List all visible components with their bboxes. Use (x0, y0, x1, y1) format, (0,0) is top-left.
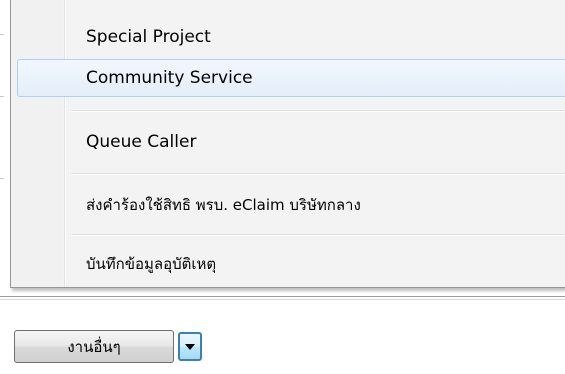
other-tasks-button[interactable]: งานอื่นๆ (14, 330, 174, 363)
menu-item-eclaim[interactable]: ส่งคำร้องใช้สิทธิ พรบ. eClaim บริษัทกลาง (13, 182, 565, 228)
menu-item-special-project[interactable]: Special Project (13, 18, 565, 56)
menu-item-label: Queue Caller (86, 132, 197, 152)
menu-separator (71, 173, 565, 175)
panel-divider (0, 299, 565, 300)
other-tasks-button-label: งานอื่นๆ (67, 337, 121, 356)
menu-item-accident-record[interactable]: บันทึกข้อมูลอุบัติเหตุ (13, 242, 565, 286)
menu-item-queue-caller[interactable]: Queue Caller (13, 120, 565, 164)
menu-item-label: ส่งคำร้องใช้สิทธิ พรบ. eClaim บริษัทกลาง (86, 196, 361, 214)
menu-item-community-service[interactable]: Community Service (17, 59, 565, 97)
menu-item-label: บันทึกข้อมูลอุบัติเหตุ (86, 255, 217, 273)
menu-separator (71, 110, 565, 112)
menu-item-label: Special Project (86, 27, 211, 47)
menu-item-label: Community Service (86, 68, 253, 88)
background-window-edge (0, 0, 10, 295)
chevron-down-icon (184, 343, 196, 351)
dropdown-toggle-button[interactable] (178, 332, 202, 361)
background-divider (0, 178, 4, 179)
panel-divider (0, 296, 565, 297)
background-divider (0, 34, 4, 35)
background-divider (0, 96, 4, 97)
context-menu: Special Project Community Service Queue … (10, 0, 565, 288)
menu-separator (71, 234, 565, 236)
